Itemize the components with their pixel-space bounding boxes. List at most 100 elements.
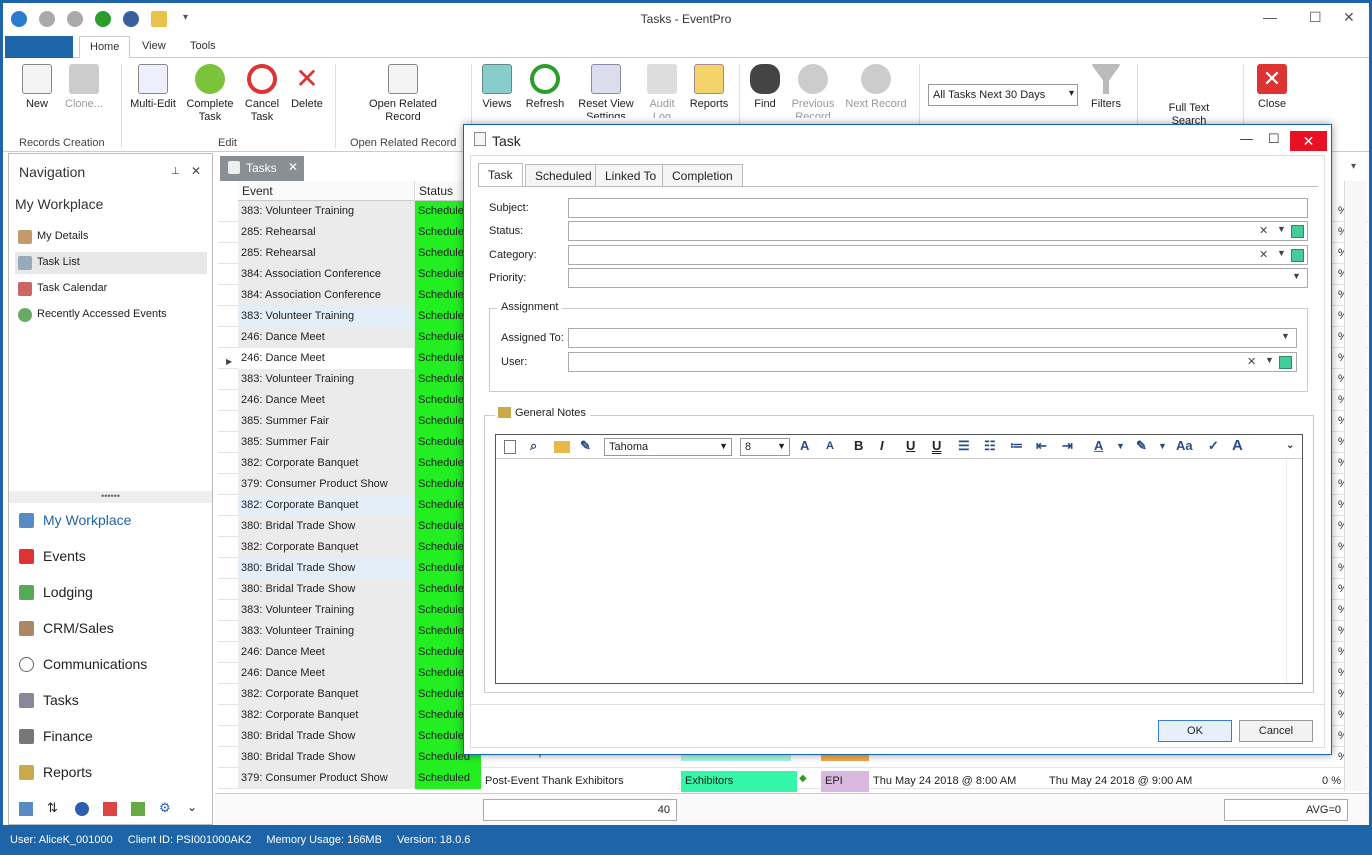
font-color-icon[interactable]: A — [1094, 438, 1103, 453]
maximize-button[interactable]: ☐ — [1309, 9, 1322, 26]
nav-item-task-list[interactable]: Task List — [15, 252, 207, 274]
edit-icon[interactable]: ✎ — [580, 438, 591, 454]
view-select[interactable]: All Tasks Next 30 Days ▾ — [928, 84, 1078, 106]
multi-edit-button[interactable]: Multi-Edit — [127, 58, 179, 111]
new-button[interactable]: New — [17, 58, 57, 111]
tab-linked-to[interactable]: Linked To — [595, 164, 667, 186]
clone-button[interactable]: Clone... — [61, 58, 107, 111]
nav-item-task-calendar[interactable]: Task Calendar — [15, 278, 207, 300]
multilevel-list-icon[interactable]: ≔ — [1010, 438, 1023, 454]
delete-button[interactable]: ✕ Delete — [287, 58, 327, 111]
tasks-document-tab[interactable]: Tasks ✕ — [220, 156, 304, 181]
shrink-font-icon[interactable]: A — [826, 440, 834, 452]
open-folder-icon[interactable] — [554, 441, 570, 453]
font-color-dropdown-icon[interactable]: ▼ — [1116, 441, 1125, 451]
reports-button[interactable]: Reports — [687, 58, 731, 111]
priority-select[interactable]: ▼ — [568, 268, 1308, 288]
highlight-icon[interactable]: ✎ — [1136, 438, 1147, 454]
notes-editor-area[interactable] — [496, 459, 1286, 683]
line-chart-icon[interactable] — [131, 802, 145, 816]
increase-indent-icon[interactable]: ⇥ — [1062, 438, 1073, 454]
chevron-down-icon[interactable]: ▼ — [1277, 248, 1286, 258]
grow-font-icon[interactable]: A — [800, 438, 809, 453]
filters-button[interactable]: Filters — [1087, 58, 1125, 118]
double-underline-icon[interactable]: U — [932, 438, 941, 453]
subject-field[interactable] — [568, 198, 1308, 218]
sort-arrows-icon[interactable]: ⇅ — [47, 800, 58, 816]
status-select[interactable]: ✕ ▼ — [568, 221, 1308, 241]
find-text-icon[interactable]: ⌕ — [530, 438, 537, 454]
pin-icon[interactable]: ⊥ — [171, 166, 180, 177]
add-user-icon[interactable] — [1279, 356, 1292, 369]
nav-big-reports[interactable]: Reports — [15, 761, 207, 785]
nav-big-lodging[interactable]: Lodging — [15, 581, 207, 605]
globe-icon[interactable] — [75, 802, 89, 816]
reset-view-button[interactable]: Reset View Settings — [575, 58, 637, 118]
decrease-indent-icon[interactable]: ⇤ — [1036, 438, 1047, 454]
category-select[interactable]: ✕ ▼ — [568, 245, 1308, 265]
header-event[interactable]: Event — [238, 181, 415, 201]
font-dialog-icon[interactable]: A — [1232, 437, 1243, 454]
toolbar-overflow-icon[interactable]: ⌄ — [1286, 440, 1294, 451]
nav-item-my-details[interactable]: My Details — [15, 226, 207, 248]
numbering-icon[interactable]: ☷ — [984, 438, 996, 454]
nav-big-crm-sales[interactable]: CRM/Sales — [15, 617, 207, 641]
tab-scheduled[interactable]: Scheduled — [525, 164, 602, 186]
settings-gear-icon[interactable]: ⚙ — [159, 800, 171, 816]
tab-list-chevron-icon[interactable]: ▾ — [1351, 161, 1356, 172]
find-button[interactable]: Find — [747, 58, 783, 111]
editor-scrollbar[interactable] — [1286, 459, 1302, 683]
complete-task-button[interactable]: Complete Task — [185, 58, 235, 124]
refresh-button[interactable]: Refresh — [523, 58, 567, 111]
chevron-down-icon[interactable]: ▼ — [1265, 355, 1274, 365]
close-tab-icon[interactable]: ✕ — [288, 160, 298, 174]
pane-splitter[interactable]: •••••• — [9, 491, 212, 503]
next-record-button[interactable]: Next Record — [843, 58, 909, 111]
minimize-button[interactable]: — — [1263, 9, 1277, 25]
clear-icon[interactable]: ✕ — [1247, 355, 1256, 368]
ok-button[interactable]: OK — [1158, 720, 1232, 742]
tab-task[interactable]: Task — [478, 163, 523, 186]
open-related-record-button[interactable]: Open Related Record — [363, 58, 443, 124]
bullets-icon[interactable]: ☰ — [958, 438, 970, 454]
tab-view[interactable]: View — [142, 40, 166, 52]
directory-icon[interactable] — [19, 802, 33, 816]
tab-home[interactable]: Home — [79, 36, 131, 59]
chevron-down-icon[interactable]: ▼ — [1281, 331, 1290, 341]
assigned-to-select[interactable]: ▼ — [568, 328, 1297, 348]
chevron-down-icon[interactable]: ▼ — [1277, 224, 1286, 234]
nav-options-chevron-icon[interactable]: ⌄ — [187, 800, 197, 814]
nav-item-recent-events[interactable]: Recently Accessed Events — [15, 304, 207, 326]
previous-record-button[interactable]: Previous Record — [789, 58, 837, 118]
clear-icon[interactable]: ✕ — [1259, 224, 1268, 237]
add-category-icon[interactable] — [1291, 249, 1304, 262]
highlight-dropdown-icon[interactable]: ▼ — [1158, 441, 1167, 451]
nav-big-my-workplace[interactable]: My Workplace — [15, 509, 207, 533]
tab-tools[interactable]: Tools — [190, 40, 216, 52]
nav-big-finance[interactable]: Finance — [15, 725, 207, 749]
italic-icon[interactable]: I — [880, 438, 884, 453]
spellcheck-icon[interactable]: ✓ — [1208, 438, 1219, 454]
size-select[interactable]: 8 ▼ — [740, 438, 790, 456]
cancel-button[interactable]: Cancel — [1239, 720, 1313, 742]
full-text-search-button[interactable]: Full Text Search — [1159, 102, 1219, 124]
nav-big-communications[interactable]: Communications — [15, 653, 207, 677]
dialog-minimize-button[interactable]: — — [1240, 131, 1253, 146]
close-pane-icon[interactable]: ✕ — [191, 164, 201, 178]
app-menu-button[interactable] — [5, 36, 73, 58]
nav-big-tasks[interactable]: Tasks — [15, 689, 207, 713]
tab-completion[interactable]: Completion — [662, 164, 743, 186]
cancel-task-button[interactable]: Cancel Task — [239, 58, 285, 124]
bar-chart-icon[interactable] — [103, 802, 117, 816]
chevron-down-icon[interactable]: ▼ — [1292, 271, 1301, 281]
font-select[interactable]: Tahoma ▼ — [604, 438, 732, 456]
dialog-close-button[interactable]: ✕ — [1290, 131, 1327, 151]
bold-icon[interactable]: B — [854, 438, 863, 453]
close-window-button[interactable]: ✕ — [1343, 9, 1355, 26]
dialog-maximize-button[interactable]: ☐ — [1268, 131, 1280, 147]
nav-big-events[interactable]: Events — [15, 545, 207, 569]
add-status-icon[interactable] — [1291, 225, 1304, 238]
views-button[interactable]: Views — [479, 58, 515, 111]
change-case-icon[interactable]: Aa — [1176, 438, 1193, 453]
underline-icon[interactable]: U — [906, 438, 915, 453]
